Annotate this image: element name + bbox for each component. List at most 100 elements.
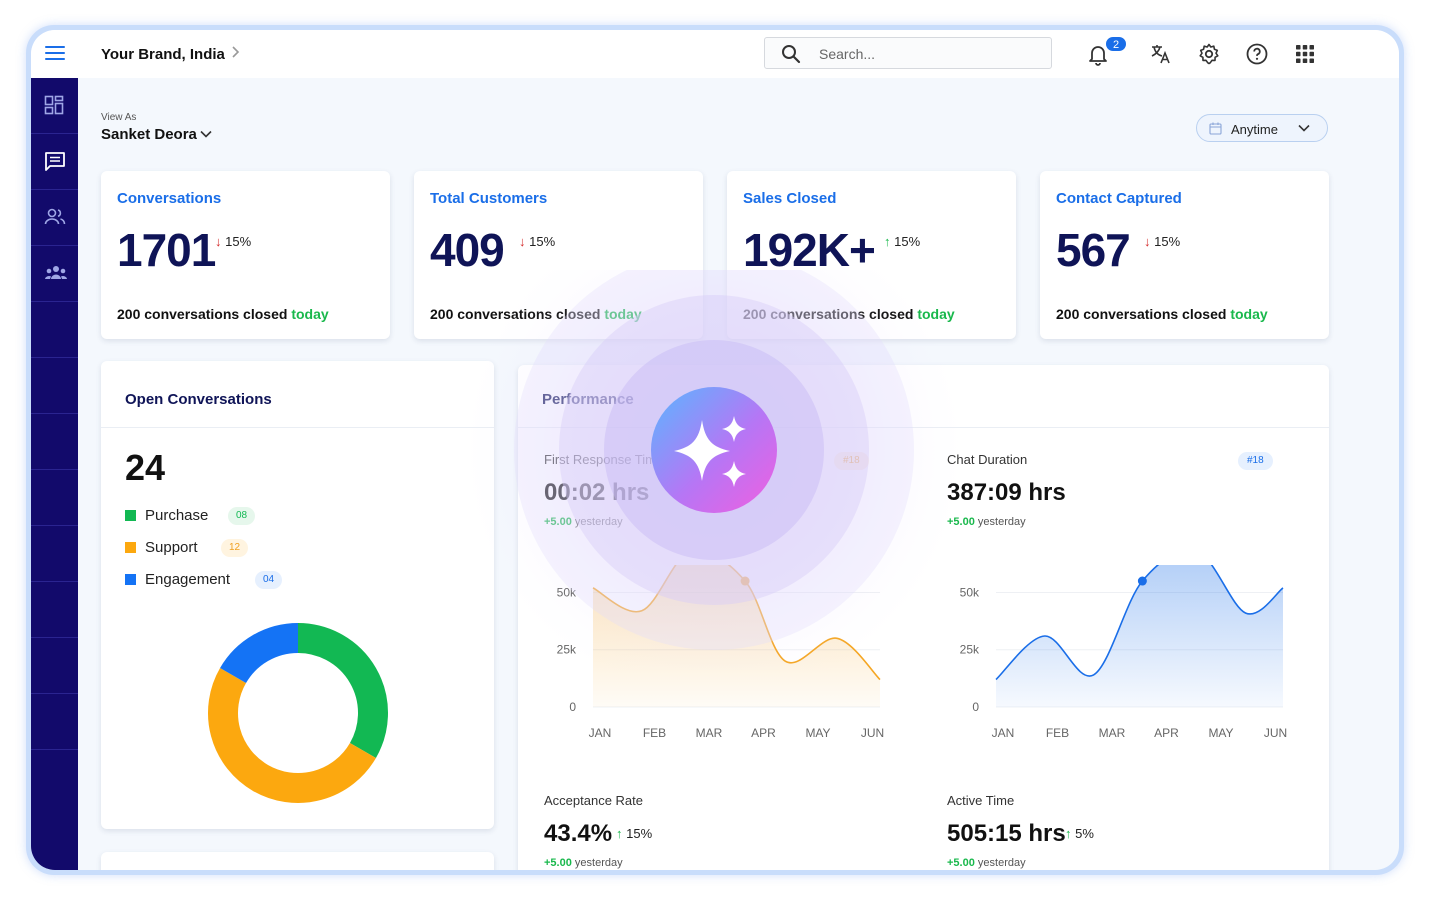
rank-badge: #18 (1238, 452, 1273, 470)
x-tick-label: MAR (696, 726, 723, 740)
x-tick-label: APR (1154, 726, 1179, 740)
y-tick-label: 25k (960, 643, 980, 657)
calendar-icon (1209, 122, 1222, 135)
kpi-title: Contact Captured (1056, 190, 1182, 207)
rank-badge: #18 (834, 452, 869, 470)
kpi-footer: 200 conversations closed today (117, 306, 329, 322)
x-tick-label: FEB (1046, 726, 1069, 740)
legend-label: Engagement (145, 571, 231, 588)
x-tick-label: JUN (861, 726, 884, 740)
y-tick-label: 0 (972, 700, 979, 714)
metric-title: First Response Time (544, 452, 664, 467)
view-as-user[interactable]: Sanket Deora (101, 126, 197, 143)
metric-sub: +5.00 yesterday (544, 516, 623, 528)
open-conversations-card: Open Conversations 24 Purchase 08 Suppor… (101, 361, 494, 829)
y-tick-label: 50k (960, 585, 980, 599)
x-tick-label: MAY (805, 726, 830, 740)
open-conversations-donut (208, 623, 388, 803)
metric-title: Chat Duration (947, 452, 1028, 467)
kpi-card-conversations[interactable]: Conversations 1701 ↓ 15% 200 conversatio… (101, 171, 390, 339)
sidebar-item-dashboard[interactable] (31, 78, 78, 134)
y-tick-label: 0 (569, 700, 576, 714)
legend-swatch (125, 542, 136, 553)
sidebar-item-conversations[interactable] (31, 134, 78, 190)
search-input[interactable] (819, 44, 1029, 64)
arrow-up-icon: ↑ (884, 234, 891, 249)
date-filter-dropdown[interactable]: Anytime (1196, 114, 1328, 142)
donut-slice-support (208, 668, 376, 803)
users-icon (44, 208, 66, 225)
sidebar-divider (31, 357, 78, 358)
metric-value: 387:09 hrs (947, 479, 1066, 506)
kpi-value: 1701 (117, 224, 216, 276)
kpi-footer: 200 conversations closed today (430, 306, 642, 322)
chat-duration-chart: 50k 25k 0 JAN FEB MAR APR MAY JUN (960, 565, 1287, 740)
kpi-card-contact-captured[interactable]: Contact Captured 567 ↓ 15% 200 conversat… (1040, 171, 1329, 339)
dashboard-app: Your Brand, India 2 (31, 30, 1399, 870)
kpi-delta: ↓ 15% (519, 234, 556, 249)
kpi-title: Sales Closed (743, 190, 837, 207)
gear-icon[interactable] (1197, 42, 1221, 66)
first-response-time-chart: 50k 25k 0 JAN FEB MAR APR MAY JUN (557, 565, 884, 740)
help-icon[interactable] (1245, 42, 1269, 66)
x-tick-label: MAR (1099, 726, 1126, 740)
chevron-down-icon[interactable] (199, 127, 213, 146)
kpi-value: 192K+ (743, 224, 876, 276)
sidebar-item-team[interactable] (31, 246, 78, 302)
kpi-card-total-customers[interactable]: Total Customers 409 ↓ 15% 200 conversati… (414, 171, 703, 339)
card-title: Open Conversations (125, 391, 272, 408)
chevron-down-icon (1298, 124, 1310, 132)
kpi-delta: ↓ 15% (215, 234, 252, 249)
x-tick-label: JAN (589, 726, 612, 740)
notification-badge: 2 (1105, 36, 1127, 52)
kpi-footer: 200 conversations closed today (743, 306, 955, 322)
legend-count: 08 (228, 507, 256, 525)
y-tick-label: 25k (557, 643, 577, 657)
legend-count: 04 (255, 571, 283, 589)
x-tick-label: JUN (1264, 726, 1287, 740)
top-bar: Your Brand, India 2 (31, 30, 1399, 78)
sidebar-divider (31, 637, 78, 638)
kpi-delta: ↓ 15% (1144, 234, 1181, 249)
x-tick-label: JAN (992, 726, 1015, 740)
x-tick-label: FEB (643, 726, 666, 740)
metric-title: Acceptance Rate (544, 793, 644, 808)
x-tick-label: MAY (1208, 726, 1233, 740)
date-filter-label: Anytime (1231, 122, 1278, 137)
arrow-down-icon: ↓ (215, 234, 222, 249)
x-tick-label: APR (751, 726, 776, 740)
menu-icon[interactable] (45, 46, 65, 62)
search-box[interactable] (764, 37, 1052, 69)
divider (518, 427, 1329, 428)
translate-icon[interactable] (1149, 42, 1173, 66)
metric-value: 00:02 hrs (544, 479, 650, 506)
team-icon (45, 266, 67, 279)
kpi-value: 409 (430, 224, 505, 276)
metric-sub: +5.00 yesterday (947, 516, 1026, 528)
chevron-right-icon (231, 45, 241, 63)
donut-slice-engagement (220, 623, 299, 684)
sidebar-divider (31, 413, 78, 414)
legend-swatch (125, 510, 136, 521)
chat-icon (45, 152, 65, 171)
metric-delta: ↑ 5% (1065, 826, 1094, 841)
arrow-up-icon: ↑ (616, 826, 623, 841)
metric-title: Active Time (947, 793, 1015, 808)
legend-label: Purchase (145, 507, 209, 524)
arrow-down-icon: ↓ (1144, 234, 1151, 249)
divider (101, 427, 494, 428)
kpi-card-sales-closed[interactable]: Sales Closed 192K+ ↑ 15% 200 conversatio… (727, 171, 1016, 339)
brand-breadcrumb[interactable]: Your Brand, India (101, 46, 225, 63)
data-point[interactable] (1137, 576, 1147, 586)
arrow-up-icon: ↑ (1065, 826, 1072, 841)
legend-swatch (125, 574, 136, 585)
sidebar-divider (31, 581, 78, 582)
apps-grid-icon[interactable] (1293, 42, 1317, 66)
kpi-title: Conversations (117, 190, 222, 207)
sidebar-item-users[interactable] (31, 190, 78, 246)
data-point[interactable] (740, 576, 750, 586)
y-tick-label: 50k (557, 585, 577, 599)
open-conversations-count: 24 (125, 447, 166, 488)
performance-card: Performance First Response Time #18 00:0… (518, 365, 1329, 870)
sidebar-divider (31, 749, 78, 750)
